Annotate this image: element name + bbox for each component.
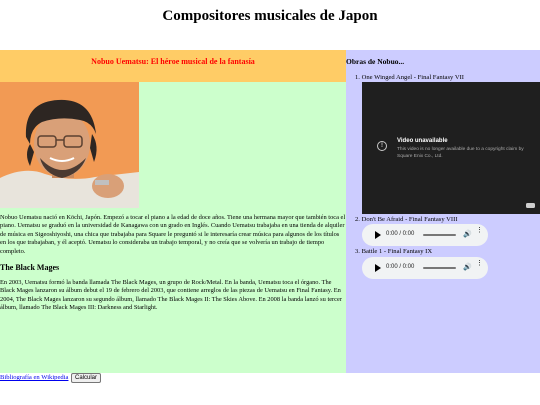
volume-icon[interactable]: 🔊	[463, 231, 472, 238]
black-mages-paragraph: En 2003, Uematsu formó la banda llamada …	[0, 279, 342, 312]
work-item-3: 3. Battle 1 - Final Fantasy IX	[355, 248, 433, 255]
portrait-image	[0, 82, 139, 208]
portrait-svg	[0, 82, 139, 208]
work-item-2: 2. Don't Be Afraid - Final Fantasy VIII	[355, 216, 458, 223]
bio-paragraph: Nobuo Uematsu nació en Kōchi, Japón. Emp…	[0, 214, 346, 255]
audio-time: 0:00 / 0:00	[386, 264, 415, 270]
play-icon[interactable]	[375, 264, 381, 272]
play-icon[interactable]	[375, 231, 381, 239]
video-player[interactable]: ! Video unavailable This video is no lon…	[362, 82, 540, 214]
audio-progress[interactable]	[423, 234, 456, 236]
warning-icon: !	[377, 141, 387, 151]
more-icon[interactable]: ⋮	[476, 227, 483, 234]
volume-icon[interactable]: 🔊	[463, 264, 472, 271]
page-title: Compositores musicales de Japon	[162, 8, 378, 24]
calculate-button[interactable]: Calcular	[71, 373, 102, 383]
youtube-logo-icon[interactable]	[526, 203, 535, 208]
audio-time: 0:00 / 0:00	[386, 231, 415, 237]
banner: Nobuo Uematsu: El héroe musical de la fa…	[0, 50, 346, 82]
work-item-1: 1. One Winged Angel - Final Fantasy VII	[355, 74, 465, 81]
sidebar-title: Obras de Nobuo...	[346, 57, 405, 66]
banner-title: Nobuo Uematsu: El héroe musical de la fa…	[91, 57, 255, 66]
video-message: This video is no longer available due to…	[397, 147, 524, 159]
more-icon[interactable]: ⋮	[476, 260, 483, 267]
audio-player-1[interactable]: 0:00 / 0:00 🔊 ⋮	[362, 224, 488, 246]
audio-progress[interactable]	[423, 267, 456, 269]
main-content: Nobuo Uematsu: El héroe musical de la fa…	[0, 50, 346, 373]
video-title: Video unavailable	[397, 138, 448, 144]
section-heading: The Black Mages	[0, 263, 60, 272]
sidebar: Obras de Nobuo... 1. One Winged Angel - …	[346, 50, 540, 373]
wikipedia-link[interactable]: Bibliografía en Wikipedia	[0, 374, 68, 381]
audio-player-2[interactable]: 0:00 / 0:00 🔊 ⋮	[362, 257, 488, 279]
